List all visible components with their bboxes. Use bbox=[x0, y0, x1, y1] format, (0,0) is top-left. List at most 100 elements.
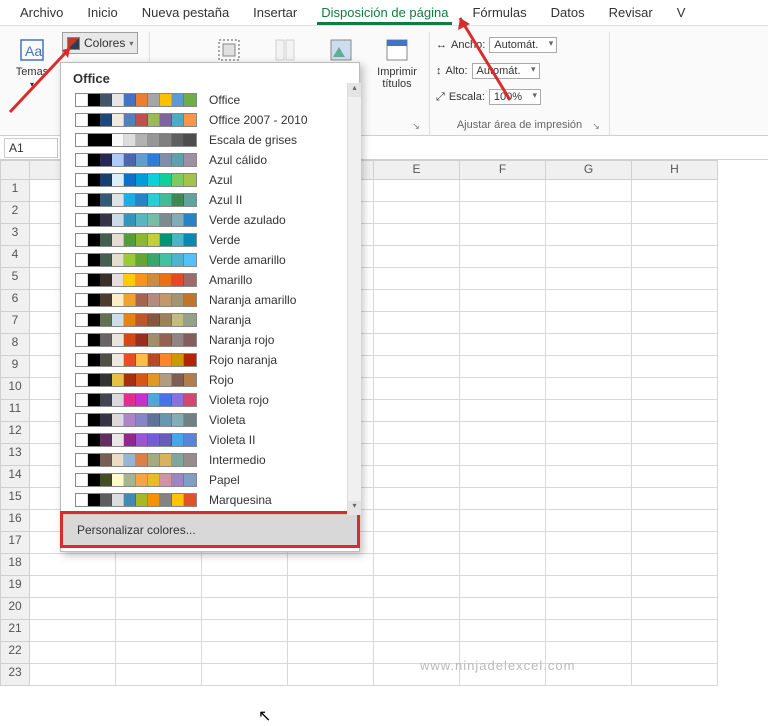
cell[interactable] bbox=[116, 642, 202, 664]
cell[interactable] bbox=[460, 378, 546, 400]
column-header[interactable]: E bbox=[374, 160, 460, 180]
cell[interactable] bbox=[546, 444, 632, 466]
cell[interactable] bbox=[460, 312, 546, 334]
cell[interactable] bbox=[374, 532, 460, 554]
cell[interactable] bbox=[30, 598, 116, 620]
cell[interactable] bbox=[460, 576, 546, 598]
cell[interactable] bbox=[632, 290, 718, 312]
color-scheme-item[interactable]: Naranja amarillo bbox=[69, 290, 351, 310]
cell[interactable] bbox=[632, 422, 718, 444]
row-header[interactable]: 18 bbox=[0, 554, 30, 576]
color-scheme-item[interactable]: Naranja rojo bbox=[69, 330, 351, 350]
color-scheme-item[interactable]: Papel bbox=[69, 470, 351, 490]
cell[interactable] bbox=[460, 422, 546, 444]
cell[interactable] bbox=[632, 180, 718, 202]
cell[interactable] bbox=[546, 180, 632, 202]
cell[interactable] bbox=[546, 532, 632, 554]
cell[interactable] bbox=[374, 598, 460, 620]
cell[interactable] bbox=[374, 620, 460, 642]
cell[interactable] bbox=[202, 620, 288, 642]
cell[interactable] bbox=[546, 576, 632, 598]
select-all-corner[interactable] bbox=[0, 160, 30, 180]
color-scheme-item[interactable]: Violeta rojo bbox=[69, 390, 351, 410]
cell[interactable] bbox=[460, 620, 546, 642]
row-header[interactable]: 9 bbox=[0, 356, 30, 378]
cell[interactable] bbox=[546, 400, 632, 422]
cell[interactable] bbox=[460, 444, 546, 466]
cell[interactable] bbox=[460, 224, 546, 246]
cell[interactable] bbox=[374, 576, 460, 598]
cell[interactable] bbox=[30, 664, 116, 686]
cell[interactable] bbox=[546, 334, 632, 356]
cell[interactable] bbox=[546, 510, 632, 532]
cell[interactable] bbox=[288, 664, 374, 686]
row-header[interactable]: 6 bbox=[0, 290, 30, 312]
cell[interactable] bbox=[116, 620, 202, 642]
cell[interactable] bbox=[116, 598, 202, 620]
color-scheme-item[interactable]: Violeta II bbox=[69, 430, 351, 450]
cell[interactable] bbox=[202, 554, 288, 576]
scroll-up-icon[interactable]: ▴ bbox=[348, 83, 361, 97]
tab-nueva[interactable]: Nueva pestaña bbox=[130, 1, 241, 24]
cell[interactable] bbox=[374, 400, 460, 422]
color-scheme-item[interactable]: Verde bbox=[69, 230, 351, 250]
cell[interactable] bbox=[460, 510, 546, 532]
cell[interactable] bbox=[374, 554, 460, 576]
cell[interactable] bbox=[546, 466, 632, 488]
tab-archivo[interactable]: Archivo bbox=[8, 1, 75, 24]
cell[interactable] bbox=[632, 202, 718, 224]
cell[interactable] bbox=[632, 444, 718, 466]
row-header[interactable]: 2 bbox=[0, 202, 30, 224]
print-titles-button[interactable]: Imprimir títulos bbox=[371, 32, 423, 90]
row-header[interactable]: 5 bbox=[0, 268, 30, 290]
row-header[interactable]: 23 bbox=[0, 664, 30, 686]
column-header[interactable]: G bbox=[546, 160, 632, 180]
cell[interactable] bbox=[546, 290, 632, 312]
cell[interactable] bbox=[374, 334, 460, 356]
cell[interactable] bbox=[374, 488, 460, 510]
color-scheme-item[interactable]: Azul bbox=[69, 170, 351, 190]
cell[interactable] bbox=[116, 664, 202, 686]
cell[interactable] bbox=[460, 466, 546, 488]
column-header[interactable]: F bbox=[460, 160, 546, 180]
cell[interactable] bbox=[30, 554, 116, 576]
cell[interactable] bbox=[632, 642, 718, 664]
row-header[interactable]: 11 bbox=[0, 400, 30, 422]
cell[interactable] bbox=[374, 312, 460, 334]
cell[interactable] bbox=[632, 378, 718, 400]
row-header[interactable]: 22 bbox=[0, 642, 30, 664]
cell[interactable] bbox=[460, 334, 546, 356]
color-scheme-item[interactable]: Office 2007 - 2010 bbox=[69, 110, 351, 130]
row-header[interactable]: 1 bbox=[0, 180, 30, 202]
color-scheme-item[interactable]: Verde amarillo bbox=[69, 250, 351, 270]
cell[interactable] bbox=[374, 356, 460, 378]
cell[interactable] bbox=[374, 180, 460, 202]
dialog-launcher-icon[interactable]: ↘ bbox=[411, 121, 421, 131]
row-header[interactable]: 14 bbox=[0, 466, 30, 488]
panel-scrollbar[interactable]: ▴ ▾ bbox=[347, 83, 361, 515]
cell[interactable] bbox=[632, 356, 718, 378]
row-header[interactable]: 15 bbox=[0, 488, 30, 510]
cell[interactable] bbox=[202, 576, 288, 598]
color-scheme-item[interactable]: Azul cálido bbox=[69, 150, 351, 170]
row-header[interactable]: 3 bbox=[0, 224, 30, 246]
color-scheme-item[interactable]: Escala de grises bbox=[69, 130, 351, 150]
tab-disposicion[interactable]: Disposición de página bbox=[309, 1, 460, 24]
row-header[interactable]: 20 bbox=[0, 598, 30, 620]
cell[interactable] bbox=[632, 510, 718, 532]
cell[interactable] bbox=[460, 488, 546, 510]
cell[interactable] bbox=[632, 554, 718, 576]
cell[interactable] bbox=[116, 576, 202, 598]
color-scheme-item[interactable]: Amarillo bbox=[69, 270, 351, 290]
cell[interactable] bbox=[546, 246, 632, 268]
cell[interactable] bbox=[460, 554, 546, 576]
cell[interactable] bbox=[546, 356, 632, 378]
cell[interactable] bbox=[546, 620, 632, 642]
cell[interactable] bbox=[546, 554, 632, 576]
name-box[interactable]: A1 bbox=[4, 138, 58, 158]
cell[interactable] bbox=[632, 312, 718, 334]
cell[interactable] bbox=[460, 268, 546, 290]
color-scheme-item[interactable]: Azul II bbox=[69, 190, 351, 210]
cell[interactable] bbox=[546, 378, 632, 400]
cell[interactable] bbox=[632, 576, 718, 598]
